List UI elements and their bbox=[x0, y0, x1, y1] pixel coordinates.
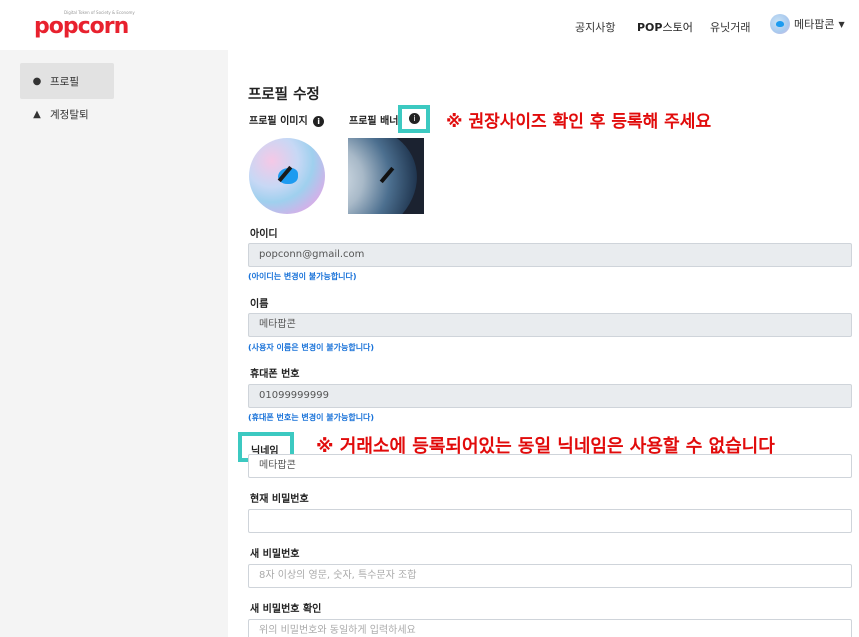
phone-help: (휴대폰 번호는 변경이 불가능합니다) bbox=[248, 413, 375, 422]
sidebar-item-label: 프로필 bbox=[50, 75, 79, 88]
nav-store-pop: POP bbox=[637, 21, 663, 34]
sidebar: ● 프로필 ▲ 계정탈퇴 bbox=[0, 50, 228, 637]
id-label: 아이디 bbox=[250, 229, 278, 240]
sidebar-item-profile[interactable]: ● 프로필 bbox=[20, 63, 114, 99]
new-password-label: 새 비밀번호 bbox=[250, 549, 300, 560]
user-name: 메타팝콘 bbox=[794, 18, 835, 31]
highlight-box-info: i bbox=[398, 105, 430, 133]
nav-used-link[interactable]: 유닛거래 bbox=[710, 19, 750, 35]
user-menu[interactable]: 메타팝콘 ▼ bbox=[770, 14, 845, 34]
profile-image-label: 프로필 이미지 i bbox=[249, 112, 325, 127]
avatar bbox=[770, 14, 790, 34]
top-bar: Digital Token of Society & Economy popco… bbox=[0, 0, 859, 50]
new-password-field[interactable]: 8자 이상의 영문, 숫자, 특수문자 조합 bbox=[248, 564, 852, 588]
nickname-field[interactable]: 메타팝콘 bbox=[248, 454, 852, 478]
name-field[interactable]: 메타팝콘 bbox=[248, 313, 852, 337]
user-circle-icon: ● bbox=[32, 75, 42, 87]
current-password-field[interactable] bbox=[248, 509, 852, 533]
sidebar-item-withdraw[interactable]: ▲ 계정탈퇴 bbox=[20, 96, 114, 132]
profile-image-label-text: 프로필 이미지 bbox=[249, 116, 308, 127]
nav-store-link[interactable]: POP스토어 bbox=[637, 19, 693, 35]
nav-notice-link[interactable]: 공지사항 bbox=[575, 19, 615, 35]
confirm-password-label: 새 비밀번호 확인 bbox=[250, 604, 322, 615]
phone-label: 휴대폰 번호 bbox=[250, 369, 300, 380]
logo[interactable]: Digital Token of Society & Economy popco… bbox=[34, 10, 135, 39]
phone-field[interactable]: 01099999999 bbox=[248, 384, 852, 408]
banner-image[interactable] bbox=[348, 138, 424, 214]
name-label: 이름 bbox=[250, 299, 269, 310]
confirm-password-field[interactable]: 위의 비밀번호와 동일하게 입력하세요 bbox=[248, 619, 852, 637]
name-help: (사용자 이름은 변경이 불가능합니다) bbox=[248, 343, 375, 352]
bell-icon: ▲ bbox=[33, 108, 41, 120]
nav-store-rest: 스토어 bbox=[662, 21, 693, 34]
caret-down-icon: ▼ bbox=[838, 19, 845, 29]
banner-label: 프로필 배너 bbox=[349, 116, 399, 127]
edit-pen-icon bbox=[277, 165, 293, 183]
profile-image[interactable] bbox=[249, 138, 325, 214]
current-password-label: 현재 비밀번호 bbox=[250, 494, 309, 505]
page-title: 프로필 수정 bbox=[248, 87, 320, 103]
confirm-password-placeholder: 위의 비밀번호와 동일하게 입력하세요 bbox=[259, 625, 416, 636]
id-help: (아이디는 변경이 불가능합니다) bbox=[248, 272, 357, 281]
new-password-placeholder: 8자 이상의 영문, 숫자, 특수문자 조합 bbox=[259, 570, 417, 581]
main-content: 프로필 수정 프로필 이미지 i 프로필 배너 i ※ 권장사이즈 확인 후 등… bbox=[228, 50, 859, 637]
logo-tagline: Digital Token of Society & Economy bbox=[64, 10, 135, 15]
logo-text: popcorn bbox=[34, 14, 129, 39]
sidebar-item-label: 계정탈퇴 bbox=[50, 108, 89, 121]
info-icon[interactable]: i bbox=[409, 113, 420, 124]
id-field[interactable]: popconn@gmail.com bbox=[248, 243, 852, 267]
annotation-size: ※ 권장사이즈 확인 후 등록해 주세요 bbox=[446, 112, 712, 132]
info-icon[interactable]: i bbox=[313, 115, 325, 127]
